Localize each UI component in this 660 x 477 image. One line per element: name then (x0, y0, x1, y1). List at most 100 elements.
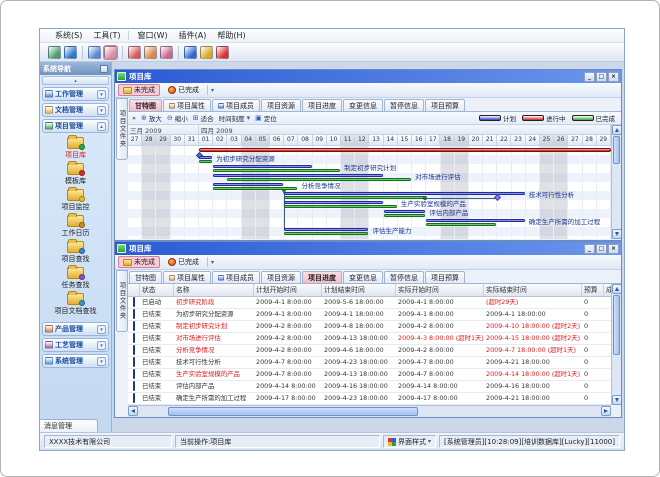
chevron-down-icon[interactable]: ▾ (97, 90, 106, 99)
gantt-bar-inprogress[interactable] (199, 148, 611, 152)
sidebar-collapse-button[interactable]: ▴ (42, 76, 109, 85)
table-row[interactable]: 已启动初步研究阶段2009-4-1 8:00:002009-5-6 18:00:… (128, 297, 611, 309)
tab-5[interactable]: 变更信息 (343, 99, 383, 111)
gantt-bar-done[interactable] (426, 223, 496, 226)
table-row[interactable]: 已结束生产实验室规模的产品2009-4-7 8:00:002009-4-13 1… (128, 369, 611, 381)
gantt-bar-plan[interactable] (284, 201, 382, 204)
column-header-0[interactable]: 状态 (140, 284, 174, 296)
filter-button-0[interactable]: 未完成 (118, 256, 160, 268)
tab-0[interactable]: 甘特图 (129, 99, 162, 111)
zoom-in-button[interactable]: ⊕放大 (141, 113, 162, 123)
filter-button-1[interactable]: 已完成 (163, 256, 204, 268)
table-row[interactable]: 已结束确定生产所需的加工过程2009-4-17 8:00:002009-4-23… (128, 393, 611, 405)
gantt-bar-done[interactable] (384, 214, 426, 217)
table-row[interactable]: 已结束评估内部产品2009-4-14 8:00:002009-4-16 18:0… (128, 381, 611, 393)
scroll-right-button[interactable] (601, 406, 611, 416)
interface-style-dropdown[interactable]: 界面样式 ▾ (383, 435, 436, 448)
sidebar-item-3[interactable]: 工作日历 (40, 214, 111, 240)
filter-button-1[interactable]: 已完成 (163, 84, 204, 96)
gantt-bar-done[interactable] (284, 196, 425, 199)
sidebar-group-3[interactable]: 产品管理▾ (42, 322, 109, 336)
column-header-1[interactable]: 名称 (174, 284, 254, 296)
tab-project-folder[interactable]: 项目文件夹 (116, 270, 128, 332)
globe-icon[interactable] (64, 46, 77, 59)
menu-item-4[interactable]: 帮助(H) (212, 30, 250, 41)
menu-item-0[interactable]: 系统(S) (50, 30, 87, 41)
tab-5[interactable]: 变更信息 (343, 271, 383, 283)
minimize-button[interactable]: _ (584, 72, 595, 82)
pin-icon[interactable] (100, 65, 108, 73)
column-header-4[interactable]: 实际开始时间 (396, 284, 484, 296)
table-vertical-scrollbar[interactable] (611, 284, 621, 405)
tab-7[interactable]: 项目预算 (425, 271, 465, 283)
sidebar-item-2[interactable]: 项目监控 (40, 188, 111, 214)
gantt-bar-plan[interactable] (426, 219, 524, 222)
exit-icon[interactable] (216, 46, 229, 59)
window-title-bar[interactable]: 项目库 _□× (115, 242, 621, 255)
close-button[interactable]: × (608, 72, 619, 82)
sidebar-item-1[interactable]: 模板库 (40, 162, 111, 188)
maximize-button[interactable]: □ (596, 72, 607, 82)
sidebar-item-6[interactable]: 项目文档查找 (40, 292, 111, 318)
tab-project-folder[interactable]: 项目文件夹 (116, 98, 128, 160)
gantt-bar-done[interactable] (213, 169, 340, 172)
gantt-bar-plan[interactable] (213, 165, 311, 168)
chevron-down-icon[interactable]: ▾ (211, 259, 214, 266)
table-horizontal-scrollbar[interactable] (128, 405, 611, 417)
scroll-down-button[interactable] (612, 395, 621, 405)
table-row[interactable]: 已结束制定初步研究计划2009-4-2 8:00:002009-4-8 18:0… (128, 321, 611, 333)
zoom-out-button[interactable]: ⊖缩小 (167, 113, 188, 123)
column-header-2[interactable]: 计划开始时间 (254, 284, 322, 296)
tab-3[interactable]: 项目资源 (261, 271, 301, 283)
report-pink-icon[interactable] (160, 46, 173, 59)
fit-button[interactable]: ⊞适合 (193, 113, 214, 123)
table-row[interactable]: 已结束分析竞争情况2009-4-2 8:00:002009-4-6 18:00:… (128, 345, 611, 357)
time-scale-button[interactable]: 时间刻度▾ (219, 113, 251, 123)
tab-4[interactable]: 项目进度 (302, 99, 342, 111)
folder-icon[interactable] (88, 46, 101, 59)
tab-1[interactable]: 项目属性 (163, 99, 211, 111)
filter-button-0[interactable]: 未完成 (118, 84, 160, 96)
window-title-bar[interactable]: 项目库 _□× (115, 70, 621, 83)
sidebar-group-0[interactable]: 工作管理▾ (42, 87, 109, 101)
network-icon[interactable] (48, 46, 61, 59)
sidebar-group-1[interactable]: 文档管理▾ (42, 103, 109, 117)
gantt-bar-plan[interactable] (284, 228, 368, 231)
report-orange-icon[interactable] (144, 46, 157, 59)
column-header-6[interactable]: 预算 (582, 284, 604, 296)
close-button[interactable]: × (608, 244, 619, 254)
sidebar-group-4[interactable]: 工艺管理▾ (42, 338, 109, 352)
gantt-bar-plan[interactable] (213, 174, 382, 177)
tab-2[interactable]: 项目成员 (212, 99, 260, 111)
tab-6[interactable]: 暂停信息 (384, 99, 424, 111)
gantt-bar-done[interactable] (284, 205, 397, 208)
scroll-thumb[interactable] (613, 136, 620, 164)
table-row[interactable]: 已结束对市场进行评估2009-4-2 8:00:002009-4-13 18:0… (128, 333, 611, 345)
gantt-bar-done[interactable] (284, 232, 368, 235)
chevron-down-icon[interactable]: ▾ (97, 106, 106, 115)
gantt-bar-plan[interactable] (284, 192, 525, 195)
scroll-thumb[interactable] (613, 295, 620, 355)
menu-item-3[interactable]: 插件(A) (174, 30, 212, 41)
column-header-3[interactable]: 计划结束时间 (322, 284, 396, 296)
table-row[interactable]: 已结束技术可行性分析2009-4-7 8:00:002009-4-23 18:0… (128, 357, 611, 369)
gantt-bar-plan[interactable] (199, 156, 212, 159)
report-red-icon[interactable] (128, 46, 141, 59)
scroll-up-button[interactable] (612, 125, 621, 135)
chevron-down-icon[interactable]: ▾ (211, 87, 214, 94)
tab-0[interactable]: 甘特图 (129, 271, 162, 283)
gantt-vertical-scrollbar[interactable] (611, 125, 621, 239)
locate-button[interactable]: ▣定位 (255, 113, 277, 123)
overflow-chevron[interactable]: » (132, 114, 136, 122)
gantt-bar-done[interactable] (199, 160, 212, 163)
chevron-down-icon[interactable]: ▾ (97, 341, 106, 350)
tab-2[interactable]: 项目成员 (212, 271, 260, 283)
sidebar-item-5[interactable]: 任务查找 (40, 266, 111, 292)
sidebar-item-4[interactable]: 项目查找 (40, 240, 111, 266)
column-header-5[interactable]: 实际结束时间 (484, 284, 582, 296)
gantt-bar-done[interactable] (227, 178, 411, 181)
scroll-thumb[interactable] (168, 407, 418, 416)
lock-icon[interactable] (200, 46, 213, 59)
gantt-bar-done[interactable] (213, 187, 297, 190)
chevron-up-icon[interactable]: ▴ (97, 122, 106, 131)
